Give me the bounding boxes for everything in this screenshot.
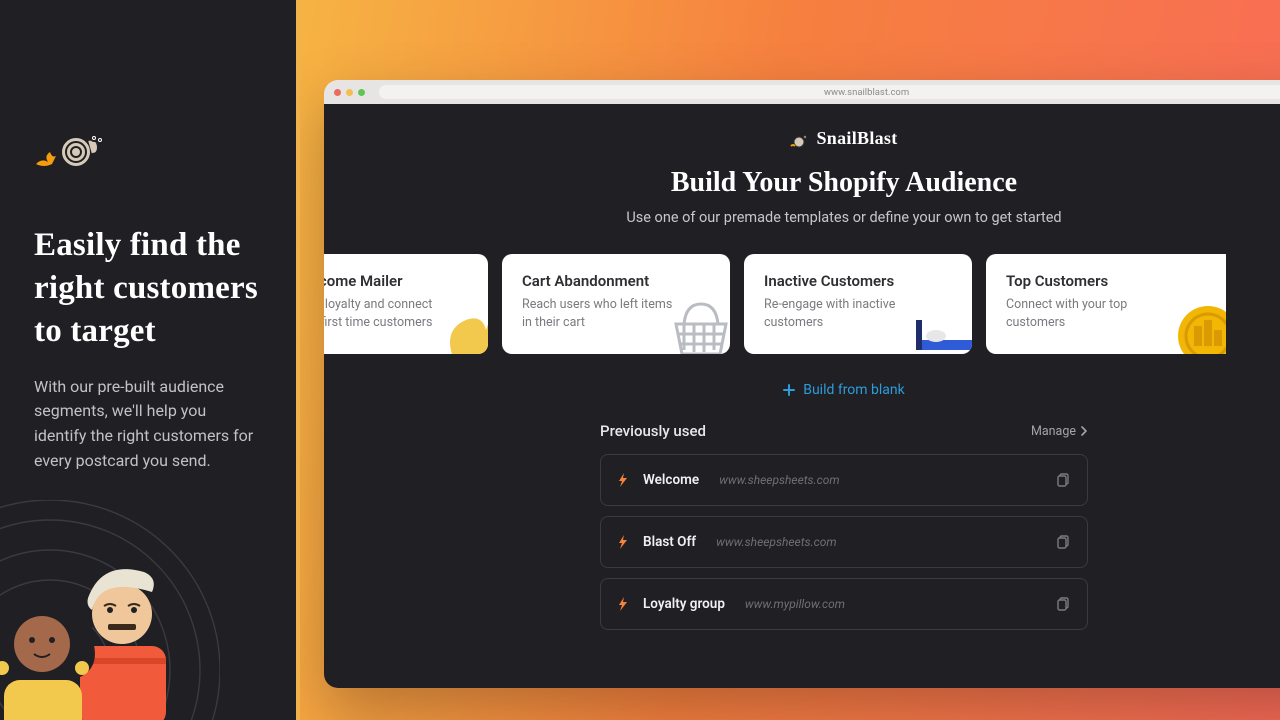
app-body: SnailBlast Build Your Shopify Audience U… bbox=[324, 104, 1280, 688]
medal-icon bbox=[1162, 290, 1226, 354]
bolt-icon bbox=[617, 597, 629, 611]
page-subtitle: Use one of our premade templates or defi… bbox=[324, 209, 1280, 226]
previous-audience-url: www.mypillow.com bbox=[745, 597, 845, 611]
copy-icon[interactable] bbox=[1057, 597, 1071, 611]
template-desc: Re-engage with inactivecustomers bbox=[764, 296, 924, 331]
bed-icon bbox=[908, 290, 972, 354]
chevron-right-icon bbox=[1080, 426, 1088, 436]
build-from-blank-button[interactable]: Build from blank bbox=[324, 382, 1280, 398]
marketing-subtext: With our pre-built audience segments, we… bbox=[34, 375, 262, 474]
plus-icon bbox=[783, 384, 795, 396]
previous-audience-row[interactable]: Welcome www.sheepsheets.com bbox=[600, 454, 1088, 506]
snailblast-logo bbox=[34, 130, 104, 170]
traffic-light-zoom[interactable] bbox=[358, 89, 365, 96]
template-card-top[interactable]: Top Customers Connect with your topcusto… bbox=[986, 254, 1226, 354]
bolt-icon bbox=[617, 473, 629, 487]
previous-audience-row[interactable]: Blast Off www.sheepsheets.com bbox=[600, 516, 1088, 568]
template-cards-row: Welcome Mailer Build loyalty and connect… bbox=[324, 254, 1280, 354]
people-illustration bbox=[0, 546, 182, 720]
previous-audience-url: www.sheepsheets.com bbox=[716, 535, 836, 549]
previous-audience-row[interactable]: Loyalty group www.mypillow.com bbox=[600, 578, 1088, 630]
browser-chrome-bar: www.snailblast.com bbox=[324, 80, 1280, 104]
traffic-lights bbox=[334, 89, 365, 96]
previous-audience-name: Welcome bbox=[643, 472, 699, 488]
previous-audience-name: Blast Off bbox=[643, 534, 696, 550]
app-brand: SnailBlast bbox=[324, 128, 1280, 149]
template-desc: Connect with your topcustomers bbox=[1006, 296, 1166, 331]
basket-icon bbox=[666, 290, 730, 354]
traffic-light-close[interactable] bbox=[334, 89, 341, 96]
build-from-blank-label: Build from blank bbox=[803, 382, 905, 398]
app-brand-text: SnailBlast bbox=[816, 128, 897, 149]
template-title: Inactive Customers bbox=[764, 272, 952, 290]
manage-label: Manage bbox=[1031, 424, 1076, 439]
browser-window: www.snailblast.com SnailBlast Build Your… bbox=[324, 80, 1280, 688]
previously-used-heading: Previously used bbox=[600, 422, 706, 440]
traffic-light-minimize[interactable] bbox=[346, 89, 353, 96]
browser-url-text: www.snailblast.com bbox=[824, 87, 909, 98]
previously-used-section: Previously used Manage Welcome www.sheep… bbox=[600, 422, 1088, 630]
browser-url-bar[interactable]: www.snailblast.com bbox=[379, 85, 1280, 99]
template-title: Top Customers bbox=[1006, 272, 1206, 290]
previous-audience-url: www.sheepsheets.com bbox=[719, 473, 839, 487]
template-card-cart[interactable]: Cart Abandonment Reach users who left it… bbox=[502, 254, 730, 354]
copy-icon[interactable] bbox=[1057, 473, 1071, 487]
marketing-right-area: www.snailblast.com SnailBlast Build Your… bbox=[300, 0, 1280, 720]
template-title: Cart Abandonment bbox=[522, 272, 710, 290]
template-title: Welcome Mailer bbox=[324, 272, 468, 290]
previous-audience-name: Loyalty group bbox=[643, 596, 725, 612]
wave-icon bbox=[424, 290, 488, 354]
marketing-heading: Easily find the right customers to targe… bbox=[34, 224, 262, 353]
template-card-inactive[interactable]: Inactive Customers Re-engage with inacti… bbox=[744, 254, 972, 354]
page-title: Build Your Shopify Audience bbox=[324, 167, 1280, 199]
template-desc: Reach users who left itemsin their cart bbox=[522, 296, 682, 331]
manage-link[interactable]: Manage bbox=[1031, 424, 1088, 439]
snail-icon bbox=[790, 132, 808, 146]
template-card-welcome[interactable]: Welcome Mailer Build loyalty and connect… bbox=[324, 254, 488, 354]
copy-icon[interactable] bbox=[1057, 535, 1071, 549]
marketing-left-panel: Easily find the right customers to targe… bbox=[0, 0, 300, 720]
bolt-icon bbox=[617, 535, 629, 549]
